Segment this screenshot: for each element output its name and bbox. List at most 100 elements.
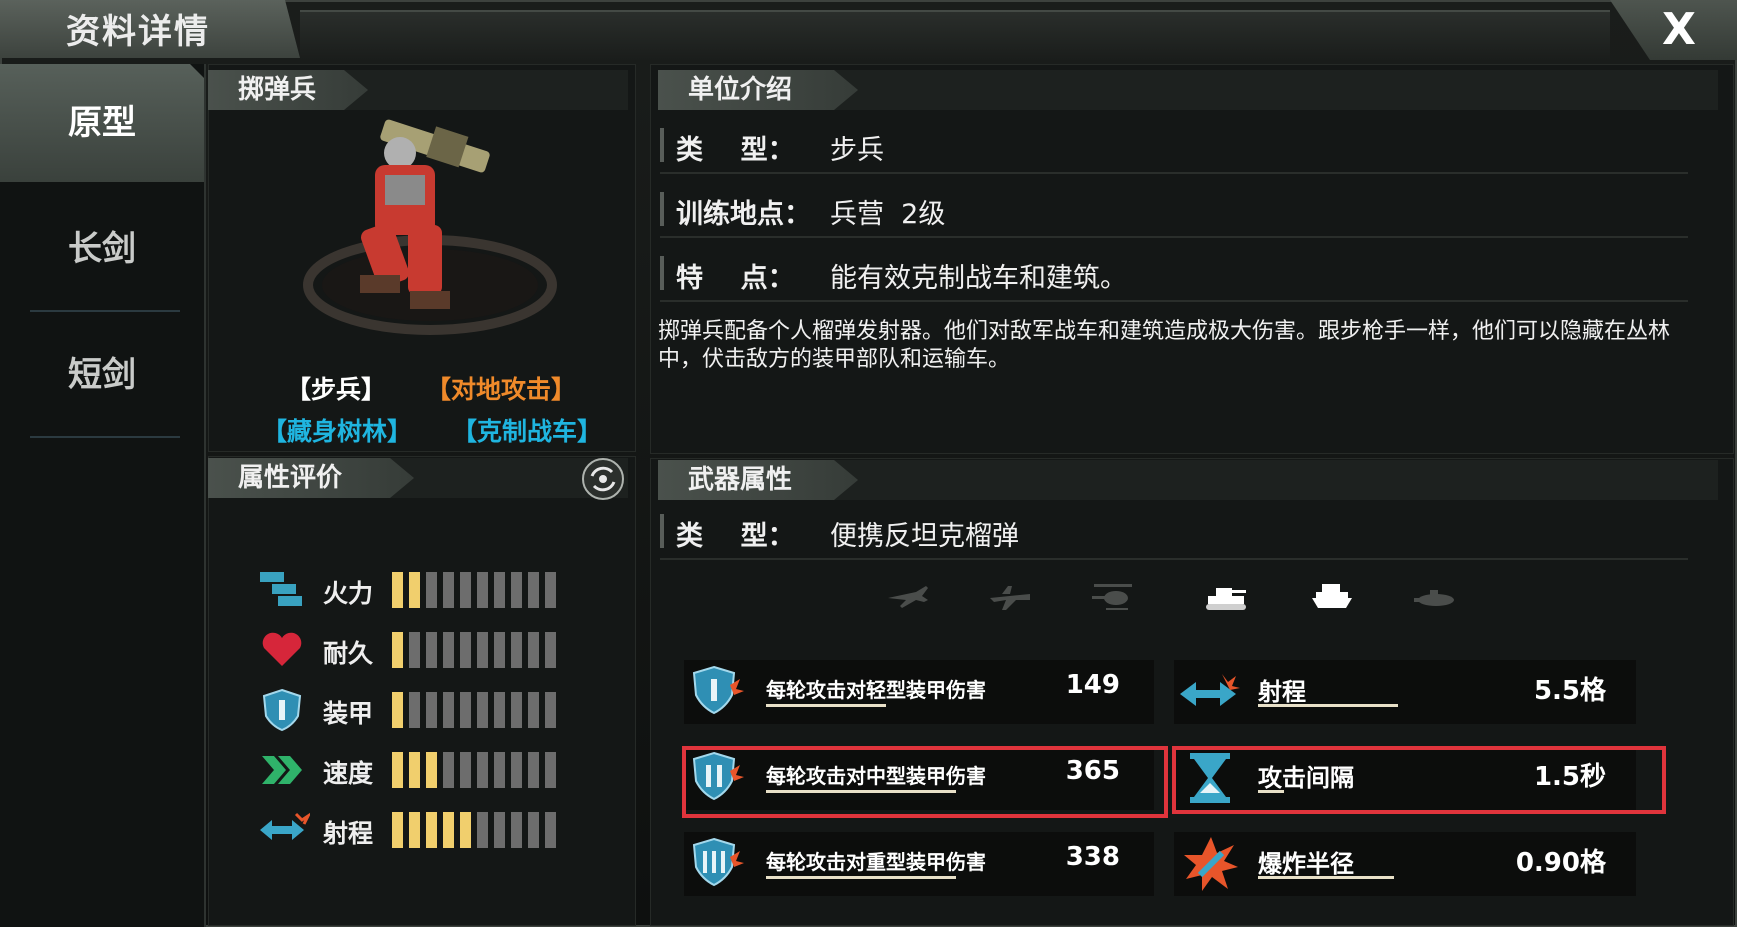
prop-cell-range: 射程 5.5格: [1174, 660, 1636, 724]
stat-segment: [460, 572, 471, 608]
stat-segment: [528, 812, 539, 848]
tab-shortsword[interactable]: 短剑: [0, 316, 204, 434]
damage-cell-heavy: 每轮攻击对重型装甲伤害 338: [684, 832, 1154, 896]
stat-segment: [511, 632, 522, 668]
stat-segment: [443, 572, 454, 608]
stat-segment: [409, 572, 420, 608]
tab-prototype[interactable]: 原型: [0, 64, 204, 182]
refresh-icon[interactable]: [580, 456, 626, 502]
stat-segment: [460, 692, 471, 728]
tag-ground-attack: 【对地攻击】: [426, 375, 577, 404]
info-key: 特 点：: [676, 263, 795, 294]
stat-segment: [392, 572, 403, 608]
damage-label: 每轮攻击对重型装甲伤害: [766, 850, 986, 874]
stat-segment: [443, 812, 454, 848]
stat-segment: [528, 692, 539, 728]
row-marker: [660, 514, 664, 548]
stat-row-speed: 速度: [258, 748, 598, 792]
stat-segment: [460, 752, 471, 788]
stat-row-durability: 耐久: [258, 628, 598, 672]
label-underline: [766, 876, 956, 879]
tab-divider: [30, 310, 180, 312]
info-value: 步兵: [830, 135, 884, 166]
stat-segment: [392, 812, 403, 848]
weapon-type-key: 类 型：: [676, 521, 795, 552]
stat-segment: [409, 692, 420, 728]
damage-label: 每轮攻击对轻型装甲伤害: [766, 678, 986, 702]
heavy-armor-icon: [692, 837, 744, 887]
stat-segment: [460, 632, 471, 668]
stat-segment: [511, 812, 522, 848]
stat-segment: [477, 572, 488, 608]
stat-segment: [477, 632, 488, 668]
tank-icon: [1206, 588, 1246, 610]
range-arrow-icon: [1180, 674, 1240, 706]
weapon-type-value: 便携反坦克榴弹: [830, 521, 1019, 552]
stat-segment: [477, 752, 488, 788]
stat-segment: [409, 812, 420, 848]
damage-value: 149: [1065, 670, 1120, 700]
stat-segment: [426, 572, 437, 608]
intro-header: 单位介绍: [658, 70, 858, 110]
row-marker: [660, 192, 664, 226]
submarine-icon: [1414, 590, 1454, 606]
stat-segment: [392, 692, 403, 728]
speed-chevron-icon: [262, 756, 302, 784]
heart-icon: [262, 632, 302, 666]
window-title: 资料详情: [66, 12, 210, 52]
label-underline: [1258, 704, 1398, 707]
stat-segment: [409, 752, 420, 788]
stat-segment: [511, 692, 522, 728]
stat-segment: [545, 812, 556, 848]
stat-segment: [511, 572, 522, 608]
info-row-type: 类 型： 步兵: [660, 122, 1688, 174]
stat-segment: [528, 572, 539, 608]
stat-segment: [426, 632, 437, 668]
stat-segment: [545, 632, 556, 668]
prop-value: 5.5格: [1533, 676, 1606, 706]
damage-value: 338: [1065, 842, 1120, 872]
close-icon[interactable]: X: [1662, 4, 1696, 55]
info-row-feature: 特 点： 能有效克制战车和建筑。: [660, 250, 1688, 302]
tab-longsword[interactable]: 长剑: [0, 190, 204, 308]
stat-label: 射程: [323, 819, 374, 848]
stat-segment: [477, 692, 488, 728]
sidebar: 原型 长剑 短剑: [0, 64, 206, 927]
stat-segment: [494, 572, 505, 608]
stat-label: 速度: [323, 759, 374, 788]
fighter-jet-icon: [888, 586, 928, 608]
info-value: 能有效克制战车和建筑。: [830, 263, 1127, 294]
stat-segment: [528, 752, 539, 788]
stat-segment: [409, 632, 420, 668]
tag-infantry: 【步兵】: [286, 375, 387, 404]
damage-cell-light: 每轮攻击对轻型装甲伤害 149: [684, 660, 1154, 724]
row-marker: [660, 256, 664, 290]
weapon-type-row: 类 型： 便携反坦克榴弹: [660, 508, 1688, 560]
stat-segment: [426, 812, 437, 848]
stat-row-firepower: 火力: [258, 568, 598, 612]
stat-bar: [392, 812, 556, 848]
stat-bar: [392, 632, 556, 668]
stat-segment: [460, 812, 471, 848]
bomber-plane-icon: [990, 586, 1030, 610]
firepower-icon: [260, 572, 302, 606]
info-key: 训练地点：: [676, 199, 811, 230]
stat-row-range: 射程: [258, 808, 598, 852]
label-underline: [766, 704, 886, 707]
stat-segment: [443, 632, 454, 668]
highlight-medium-damage: [682, 746, 1168, 818]
helicopter-icon: [1092, 584, 1132, 610]
stat-segment: [494, 752, 505, 788]
weapon-header: 武器属性: [658, 460, 858, 500]
stat-label: 火力: [323, 579, 374, 608]
stat-segment: [392, 632, 403, 668]
explosion-icon: [1184, 837, 1238, 891]
info-value: 兵营 2级: [830, 199, 946, 230]
title-bar: [300, 10, 1610, 60]
range-arrow-icon: [260, 812, 310, 840]
unit-name-header: 掷弹兵: [208, 70, 368, 110]
unit-portrait: [303, 119, 557, 335]
unit-description: 掷弹兵配备个人榴弹发射器。他们对敌军战车和建筑造成极大伤害。跟步枪手一样，他们可…: [658, 319, 1671, 372]
row-marker: [660, 128, 664, 162]
highlight-attack-interval: [1172, 746, 1666, 814]
